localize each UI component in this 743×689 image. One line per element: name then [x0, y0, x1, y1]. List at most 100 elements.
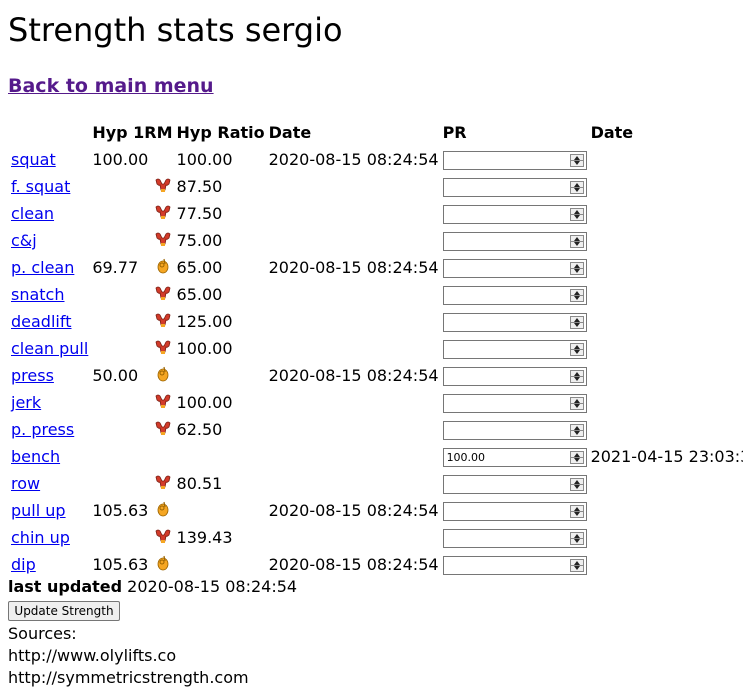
- spinner-down-icon[interactable]: [573, 160, 580, 165]
- ok-hand-icon: [154, 554, 172, 576]
- pr-number-input[interactable]: [442, 258, 587, 278]
- lift-cell: row: [10, 471, 89, 496]
- pr-number-input[interactable]: [442, 177, 587, 197]
- hyp-ratio-value: 62.50: [176, 420, 223, 439]
- lift-cell: squat: [10, 147, 89, 172]
- pr-number-input[interactable]: [442, 150, 587, 170]
- lift-link-deadlift[interactable]: deadlift: [11, 312, 71, 331]
- spinner-down-icon[interactable]: [573, 376, 580, 381]
- pr-number-input[interactable]: [442, 474, 587, 494]
- lift-link-dip[interactable]: dip: [11, 555, 36, 574]
- table-header-row: Hyp 1RM Hyp Ratio Date PR Date: [10, 120, 743, 145]
- spinner-arrows[interactable]: [569, 531, 584, 545]
- pr-number-input[interactable]: [442, 312, 587, 332]
- header-lift: [10, 120, 89, 145]
- pr-number-input[interactable]: [442, 420, 587, 440]
- header-pr: PR: [442, 123, 467, 142]
- lift-cell: dip: [10, 552, 89, 577]
- pr-number-input[interactable]: [442, 528, 587, 548]
- table-row: p. clean 69.77 65.00 2020-08-15 08:24:54: [10, 255, 743, 280]
- spinner-arrows[interactable]: [569, 234, 584, 248]
- spinner-down-icon[interactable]: [573, 565, 580, 570]
- pr-number-input[interactable]: [442, 204, 587, 224]
- lift-link-clean-pull[interactable]: clean pull: [11, 339, 88, 358]
- pr-number-input[interactable]: [442, 285, 587, 305]
- pr-date-value: [590, 201, 743, 226]
- icon-cell: [153, 498, 173, 523]
- spinner-arrows[interactable]: [569, 153, 584, 167]
- spinner-down-icon[interactable]: [573, 322, 580, 327]
- lift-link-c-j[interactable]: c&j: [11, 231, 37, 250]
- lift-link-pull-up[interactable]: pull up: [11, 501, 66, 520]
- spinner-down-icon[interactable]: [573, 403, 580, 408]
- spinner-down-icon[interactable]: [573, 214, 580, 219]
- lift-cell: deadlift: [10, 309, 89, 334]
- pr-number-input[interactable]: [442, 231, 587, 251]
- pr-number-input[interactable]: 100.00: [442, 447, 587, 467]
- hyp-1rm-value: [91, 336, 151, 361]
- hyp-ratio-value: 100.00: [176, 393, 233, 412]
- hyp-date-value: 2020-08-15 08:24:54: [268, 555, 439, 574]
- spinner-arrows[interactable]: [569, 396, 584, 410]
- pr-number-input[interactable]: [442, 501, 587, 521]
- icon-cell: [153, 471, 173, 496]
- icon-cell: [153, 174, 173, 199]
- hyp-1rm-value: 50.00: [92, 366, 139, 385]
- spinner-arrows[interactable]: [569, 207, 584, 221]
- spinner-down-icon[interactable]: [573, 538, 580, 543]
- spinner-arrows[interactable]: [569, 180, 584, 194]
- update-strength-button[interactable]: Update Strength: [8, 601, 120, 621]
- flexed-muscle-icon: [154, 473, 172, 495]
- spinner-arrows[interactable]: [569, 369, 584, 383]
- pr-number-input[interactable]: [442, 339, 587, 359]
- spinner-arrows[interactable]: [569, 450, 584, 464]
- pr-date-value: [590, 417, 743, 442]
- lift-link-clean[interactable]: clean: [11, 204, 54, 223]
- hyp-1rm-value: [91, 309, 151, 334]
- spinner-down-icon[interactable]: [573, 457, 580, 462]
- spinner-arrows[interactable]: [569, 504, 584, 518]
- spinner-down-icon[interactable]: [573, 511, 580, 516]
- pr-number-input[interactable]: [442, 555, 587, 575]
- spinner-down-icon[interactable]: [573, 295, 580, 300]
- lift-link-squat[interactable]: squat: [11, 150, 56, 169]
- flexed-muscle-icon: [154, 203, 172, 225]
- lift-link-snatch[interactable]: snatch: [11, 285, 65, 304]
- last-updated-value: 2020-08-15 08:24:54: [127, 577, 298, 596]
- spinner-arrows[interactable]: [569, 288, 584, 302]
- lift-link-row[interactable]: row: [11, 474, 40, 493]
- table-row: bench 100.00 2021-04-15 23:03:39: [10, 444, 743, 469]
- spinner-down-icon[interactable]: [573, 349, 580, 354]
- lift-link-bench[interactable]: bench: [11, 447, 60, 466]
- spinner-arrows[interactable]: [569, 558, 584, 572]
- lift-link-p-press[interactable]: p. press: [11, 420, 74, 439]
- table-row: jerk 100.00: [10, 390, 743, 415]
- spinner-down-icon[interactable]: [573, 187, 580, 192]
- lift-cell: snatch: [10, 282, 89, 307]
- lift-link-press[interactable]: press: [11, 366, 54, 385]
- spinner-down-icon[interactable]: [573, 484, 580, 489]
- spinner-arrows[interactable]: [569, 261, 584, 275]
- spinner-down-icon[interactable]: [573, 268, 580, 273]
- spinner-down-icon[interactable]: [573, 430, 580, 435]
- spinner-arrows[interactable]: [569, 477, 584, 491]
- icon-cell: [153, 309, 173, 334]
- back-to-main-menu-link[interactable]: Back to main menu: [8, 74, 214, 98]
- spinner-arrows[interactable]: [569, 342, 584, 356]
- lift-link-f-squat[interactable]: f. squat: [11, 177, 70, 196]
- pr-cell: [442, 471, 588, 496]
- icon-cell: [153, 444, 173, 469]
- spinner-down-icon[interactable]: [573, 241, 580, 246]
- hyp-1rm-value: [91, 228, 151, 253]
- pr-number-input[interactable]: [442, 393, 587, 413]
- pr-date-value: [590, 282, 743, 307]
- pr-number-input[interactable]: [442, 366, 587, 386]
- spinner-arrows[interactable]: [569, 423, 584, 437]
- hyp-1rm-value: [91, 282, 151, 307]
- lift-link-jerk[interactable]: jerk: [11, 393, 41, 412]
- hyp-ratio-value: [176, 498, 266, 523]
- spinner-arrows[interactable]: [569, 315, 584, 329]
- lift-link-chin-up[interactable]: chin up: [11, 528, 70, 547]
- lift-link-p-clean[interactable]: p. clean: [11, 258, 74, 277]
- lift-cell: p. press: [10, 417, 89, 442]
